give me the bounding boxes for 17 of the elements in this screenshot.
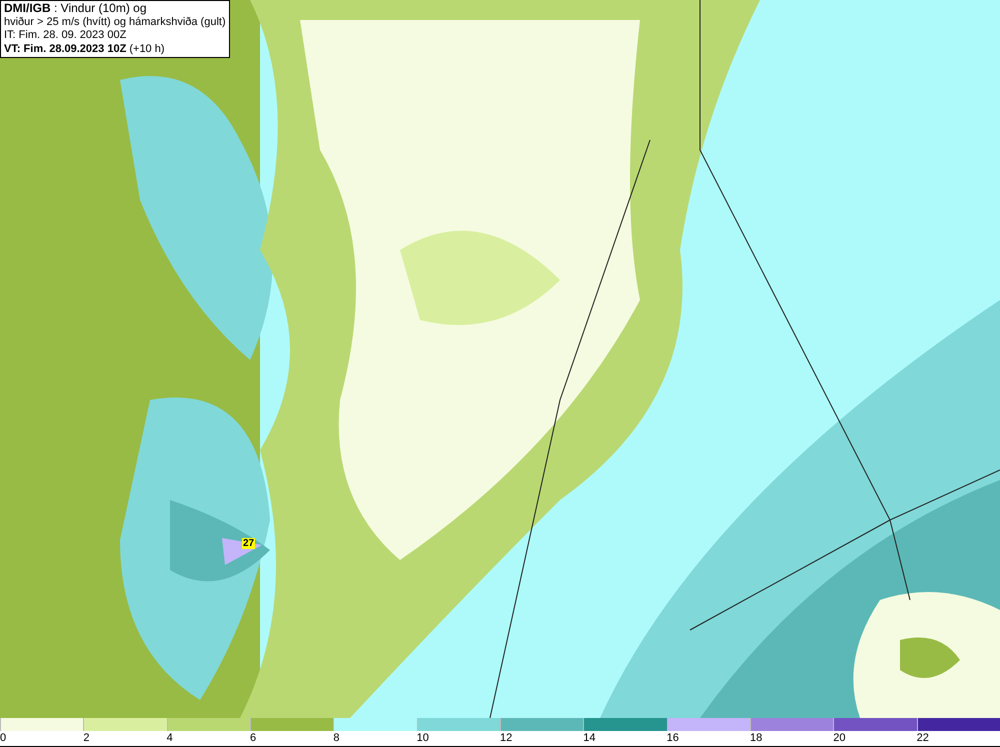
legend-tick-label: 2 <box>83 732 90 744</box>
legend-tick-label: 10 <box>416 732 429 744</box>
legend-tick-label: 14 <box>583 732 596 744</box>
legend-tick-label: 16 <box>666 732 679 744</box>
legend-tick-label: 8 <box>333 732 340 744</box>
legend-tick-label: 6 <box>250 732 256 744</box>
legend-tick-label: 0 <box>0 732 6 744</box>
header-text: DMI/IGB : Vindur (10m) og <box>4 2 148 16</box>
legend-tick-label: 18 <box>750 732 762 744</box>
legend-tick-label: 22 <box>916 732 929 744</box>
header-text: IT: Fim. 28. 09. 2023 00Z <box>4 29 128 42</box>
legend-tick-label: 12 <box>500 732 512 744</box>
legend-tick-label: 4 <box>166 732 173 744</box>
header-text: VT: Fim. 28.09.2023 10Z (+10 h) <box>4 42 166 56</box>
header-text: hviður > 25 m/s (hvítt) og hámarkshviða (gult) <box>4 16 226 29</box>
gust-value-label: 27 <box>242 538 256 549</box>
legend-tick-label: 20 <box>833 732 846 744</box>
